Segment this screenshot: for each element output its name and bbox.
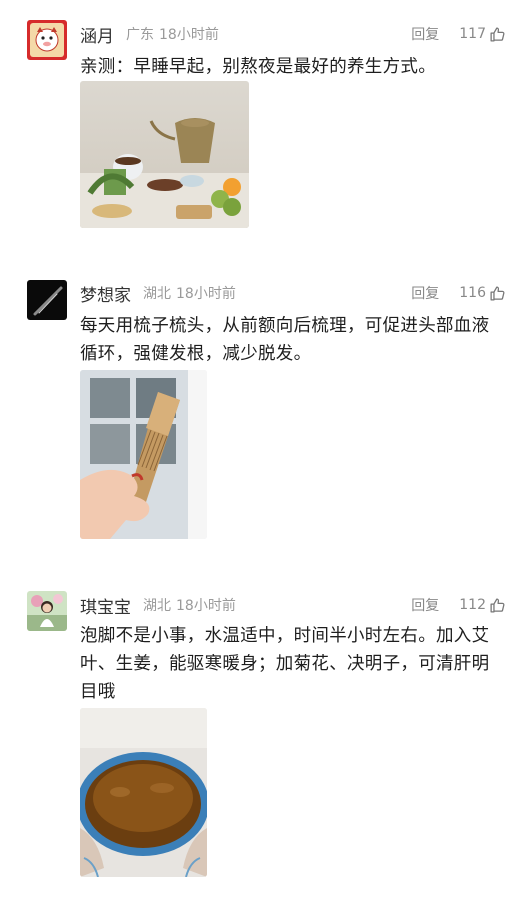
like-count: 116	[459, 285, 486, 301]
comment-actions: 回复 117	[411, 24, 506, 44]
avatar[interactable]	[27, 591, 67, 631]
comment-meta: 湖北 18小时前	[143, 283, 236, 303]
comment-actions: 回复 112	[411, 595, 506, 615]
comment-image[interactable]	[80, 81, 249, 228]
comment-image[interactable]	[80, 708, 207, 877]
comment-image[interactable]	[80, 370, 207, 539]
comment-text: 泡脚不是小事，水温适中，时间半小时左右。加入艾叶、生姜，能驱寒暖身；加菊花、决明…	[80, 626, 490, 702]
avatar[interactable]	[27, 280, 67, 320]
comment-header: 涵月 广东 18小时前 回复 117	[80, 20, 506, 48]
thumbs-up-icon[interactable]	[489, 597, 506, 614]
comment-header: 琪宝宝 湖北 18小时前 回复 112	[80, 591, 506, 619]
reply-button[interactable]: 回复	[411, 595, 439, 615]
location: 湖北	[143, 286, 171, 302]
comment-text: 每天用梳子梳头，从前额向后梳理，可促进头部血液循环，强健发根，减少脱发。	[80, 316, 490, 364]
comment-meta: 湖北 18小时前	[143, 595, 236, 615]
comment-actions: 回复 116	[411, 283, 506, 303]
location: 湖北	[143, 598, 171, 614]
thumbs-up-icon[interactable]	[489, 26, 506, 43]
comment-header: 梦想家 湖北 18小时前 回复 116	[80, 279, 506, 307]
thumbs-up-icon[interactable]	[489, 285, 506, 302]
comment-meta: 广东 18小时前	[126, 24, 219, 44]
like-count: 112	[459, 597, 486, 613]
avatar[interactable]	[27, 20, 67, 60]
timestamp: 18小时前	[176, 598, 236, 614]
reply-button[interactable]: 回复	[411, 24, 439, 44]
reply-button[interactable]: 回复	[411, 283, 439, 303]
timestamp: 18小时前	[176, 286, 236, 302]
timestamp: 18小时前	[159, 27, 219, 43]
location: 广东	[126, 27, 154, 43]
comment-text: 亲测：早睡早起，别熬夜是最好的养生方式。	[80, 57, 436, 77]
username[interactable]: 梦想家	[80, 281, 131, 306]
username[interactable]: 涵月	[80, 22, 114, 47]
username[interactable]: 琪宝宝	[80, 593, 131, 618]
like-count: 117	[459, 26, 486, 42]
